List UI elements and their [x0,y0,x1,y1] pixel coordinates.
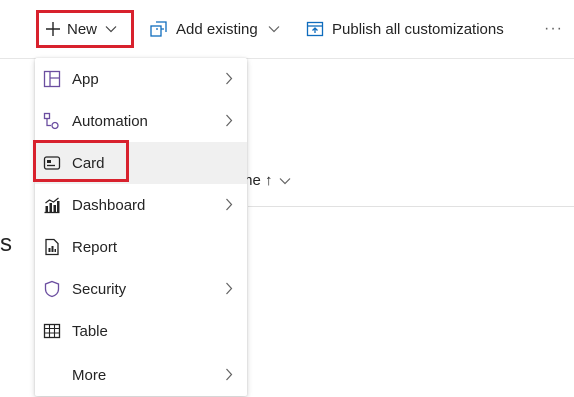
column-header-name[interactable]: me ↑ [240,172,291,189]
app-icon [43,70,61,88]
background-text-fragment: s [0,230,12,257]
chevron-down-icon [268,26,280,33]
menu-item-dashboard[interactable]: Dashboard [35,184,247,226]
publish-icon [306,21,324,37]
report-icon [45,238,59,256]
add-existing-icon [150,21,167,37]
chevron-down-icon [279,177,290,184]
menu-item-label: Report [72,238,118,256]
more-commands-button[interactable]: ··· [544,0,563,58]
menu-item-more[interactable]: More [35,354,247,396]
header-divider [248,206,574,207]
chevron-right-icon [226,368,233,381]
menu-item-label: Dashboard [72,196,146,214]
menu-item-table[interactable]: Table [35,310,247,352]
add-existing-button[interactable]: Add existing [150,0,280,58]
new-dropdown-menu: App Automation Card Dashboard Report Sec… [35,58,247,396]
dashboard-icon [44,197,60,214]
command-bar: New Add existing Publish all customizati… [0,0,574,59]
chevron-right-icon [226,282,233,295]
publish-all-label: Publish all customizations [332,20,504,38]
menu-item-report[interactable]: Report [35,226,247,268]
chevron-right-icon [226,72,233,85]
new-button[interactable]: New [36,10,134,48]
menu-item-label: Security [72,280,127,298]
menu-item-security[interactable]: Security [35,268,247,310]
publish-all-button[interactable]: Publish all customizations [306,0,504,58]
menu-item-label: Table [72,322,108,340]
menu-item-automation[interactable]: Automation [35,100,247,142]
automation-icon [43,112,59,130]
table-icon [43,323,61,339]
new-button-label: New [67,20,98,38]
chevron-right-icon [226,198,233,211]
menu-item-app[interactable]: App [35,58,247,100]
card-highlight-box [33,140,129,182]
more-commands-label: ··· [544,20,563,37]
plus-icon [46,22,60,36]
shield-icon [44,280,60,298]
chevron-down-icon [105,26,117,33]
chevron-right-icon [226,114,233,127]
menu-item-label: More [72,366,107,384]
add-existing-label: Add existing [176,20,258,38]
menu-item-label: Automation [72,112,148,130]
menu-item-label: App [72,70,99,88]
